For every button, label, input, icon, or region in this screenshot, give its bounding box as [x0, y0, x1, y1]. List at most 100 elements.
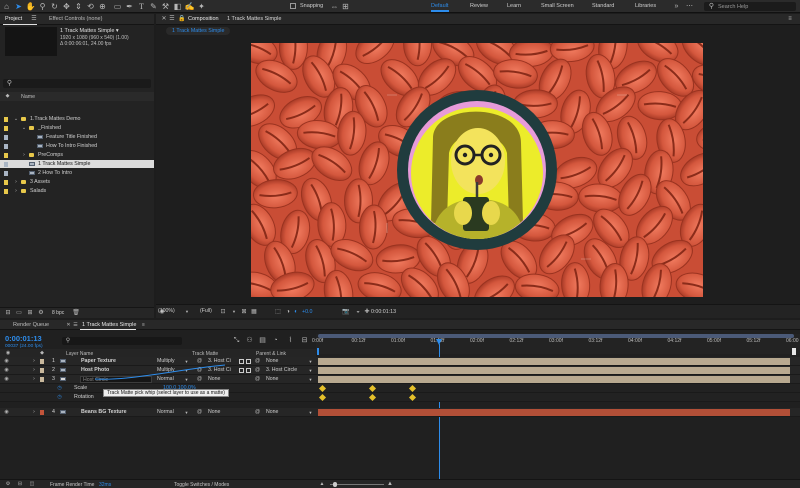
project-comp-row[interactable]: 1 Track Mattes Simple [0, 160, 154, 168]
composition-tab-name[interactable]: 1 Track Mattes Simple [227, 16, 281, 22]
pan-tool-icon[interactable]: ✥ [62, 2, 71, 11]
layer-name[interactable]: Beans BG Texture [81, 408, 127, 417]
work-area-end[interactable] [792, 348, 796, 355]
matte-invert-toggle[interactable] [246, 368, 251, 373]
color-picker-icon[interactable]: ✚ [363, 308, 371, 316]
timeline-zoom-slider[interactable] [330, 484, 384, 485]
channel-icon[interactable]: ◑ [284, 308, 292, 316]
shy-layers-icon[interactable]: ⚇ [245, 336, 254, 345]
pick-whip-icon[interactable]: @ [196, 409, 203, 416]
eye-icon[interactable]: ◉ [3, 376, 10, 383]
keyframe-marker[interactable] [368, 384, 377, 393]
parent-dropdown[interactable]: None [264, 376, 310, 383]
expand-arrow-icon[interactable]: › [31, 367, 37, 374]
workspace-libraries[interactable]: Libraries [635, 3, 656, 9]
3d-view-icon[interactable]: ⬚ [274, 308, 282, 316]
project-folder-row[interactable]: › PreComps [0, 151, 154, 159]
matte-alpha-toggle[interactable] [239, 368, 244, 373]
parent-pick-whip-icon[interactable]: @ [254, 358, 261, 365]
zoom-tool-icon[interactable]: ⚲ [38, 2, 47, 11]
layer-duration-bar[interactable] [318, 409, 790, 416]
keyframe-marker[interactable] [368, 393, 377, 402]
project-folder-row[interactable]: › 3 Assets [0, 178, 154, 186]
toggle-switches-modes-button[interactable]: Toggle Switches / Modes [174, 482, 229, 488]
region-of-interest-icon[interactable]: ⊠ [240, 308, 248, 316]
zoom-dropdown[interactable]: (100%) [156, 308, 184, 315]
keyframe-marker[interactable] [318, 393, 327, 402]
composition-tab-label[interactable]: Composition [188, 16, 219, 22]
workspace-standard[interactable]: Standard [592, 3, 614, 9]
frame-blending-icon[interactable]: ▤ [258, 336, 267, 345]
parent-dropdown[interactable]: 3. Host Circle [264, 367, 310, 374]
new-composition-icon[interactable]: ⊞ [26, 309, 34, 317]
layer-duration-bar[interactable] [318, 358, 790, 365]
pen-tool-icon[interactable]: ✒ [125, 2, 134, 11]
comp-breadcrumb[interactable]: 1 Track Mattes Simple [166, 27, 231, 35]
project-folder-row[interactable]: ⌄ 1.Track Mattes Demo [0, 115, 154, 123]
bit-depth-toggle[interactable]: 8 bpc [52, 310, 64, 316]
label-color-swatch[interactable] [4, 125, 8, 131]
parent-pick-whip-icon[interactable]: @ [254, 376, 261, 383]
current-time-display[interactable]: 0:00:01:13 [5, 334, 42, 343]
stopwatch-icon[interactable]: ◷ [56, 385, 63, 392]
workspace-review[interactable]: Review [470, 3, 488, 9]
workspace-learn[interactable]: Learn [507, 3, 521, 9]
motion-blur-icon[interactable]: ◔ [271, 336, 280, 345]
parent-pick-whip-icon[interactable]: @ [254, 409, 261, 416]
eraser-tool-icon[interactable]: ◧ [173, 2, 182, 11]
transparency-grid-icon[interactable]: ▦ [250, 308, 258, 316]
interpret-footage-icon[interactable]: ⊟ [4, 309, 12, 317]
parent-pick-whip-icon[interactable]: @ [254, 367, 261, 374]
layer-switches-icon[interactable]: ⊟ [16, 480, 24, 488]
chevron-down-icon[interactable]: ⌄ [21, 125, 27, 131]
label-color-swatch[interactable] [4, 179, 8, 185]
workspace-overflow-icon[interactable]: » [672, 2, 681, 11]
track-matte-dropdown[interactable]: None [206, 409, 236, 416]
selection-tool-icon[interactable]: ➤ [14, 2, 23, 11]
label-color-swatch[interactable] [4, 143, 8, 149]
eye-icon[interactable]: ◉ [3, 358, 10, 365]
zoom-in-icon[interactable]: ▲ [386, 480, 394, 488]
workspace-default[interactable]: Default [431, 3, 448, 9]
project-comp-row[interactable]: How To Intro Finished [0, 142, 154, 150]
keyframe-marker[interactable] [318, 384, 327, 393]
tab-render-queue[interactable]: Render Queue [13, 322, 49, 328]
snap-options-icon[interactable]: ⇔ [330, 2, 339, 11]
puppet-pin-tool-icon[interactable]: ✦ [197, 2, 206, 11]
comp-flowchart-icon[interactable]: ⊟ [300, 336, 309, 345]
roto-brush-tool-icon[interactable]: ✍ [185, 2, 195, 11]
label-color-swatch[interactable] [4, 188, 8, 194]
parent-dropdown[interactable]: None [264, 409, 310, 416]
snapshot-icon[interactable]: 📷 [342, 308, 350, 316]
project-settings-icon[interactable]: ⚙ [37, 309, 45, 317]
stopwatch-icon[interactable]: ◷ [56, 394, 63, 401]
panel-menu-icon[interactable]: ≡ [140, 321, 147, 329]
orbit-tool-icon[interactable]: ↻ [50, 2, 59, 11]
close-icon[interactable]: ✕ [65, 321, 72, 329]
trash-icon[interactable]: 🗑 [72, 309, 80, 317]
chevron-right-icon[interactable]: › [21, 152, 27, 158]
panel-menu-icon[interactable]: ☰ [30, 15, 38, 23]
timeline-zoom-slider-handle[interactable] [333, 482, 337, 487]
comp-viewer[interactable] [251, 43, 703, 297]
workspace-menu-icon[interactable]: ⋯ [685, 2, 694, 11]
tab-project[interactable]: Project [5, 16, 22, 22]
chevron-right-icon[interactable]: › [13, 179, 19, 185]
exposure-value[interactable]: +0.0 [302, 309, 312, 315]
rotate-tool-icon[interactable]: ⟲ [86, 2, 95, 11]
clone-stamp-tool-icon[interactable]: ⚒ [161, 2, 170, 11]
work-area-start[interactable] [317, 348, 319, 355]
dolly-tool-icon[interactable]: ⇕ [74, 2, 83, 11]
eye-icon[interactable]: ◉ [3, 409, 10, 416]
exposure-icon[interactable]: ◐ [292, 308, 300, 316]
draft-3d-icon[interactable]: ⤡ [232, 336, 241, 345]
panel-menu-icon[interactable]: ☰ [72, 321, 79, 329]
project-comp-row[interactable]: 2 How To Intro [0, 169, 154, 177]
transfer-controls-icon[interactable]: ◫ [28, 480, 36, 488]
graph-editor-icon[interactable]: ⌇ [286, 336, 295, 345]
label-color-swatch[interactable] [4, 161, 8, 167]
layer-label-color[interactable] [40, 410, 44, 415]
close-icon[interactable]: ✕ [160, 15, 168, 23]
label-color-swatch[interactable] [4, 152, 8, 158]
rectangle-tool-icon[interactable]: ▭ [113, 2, 122, 11]
